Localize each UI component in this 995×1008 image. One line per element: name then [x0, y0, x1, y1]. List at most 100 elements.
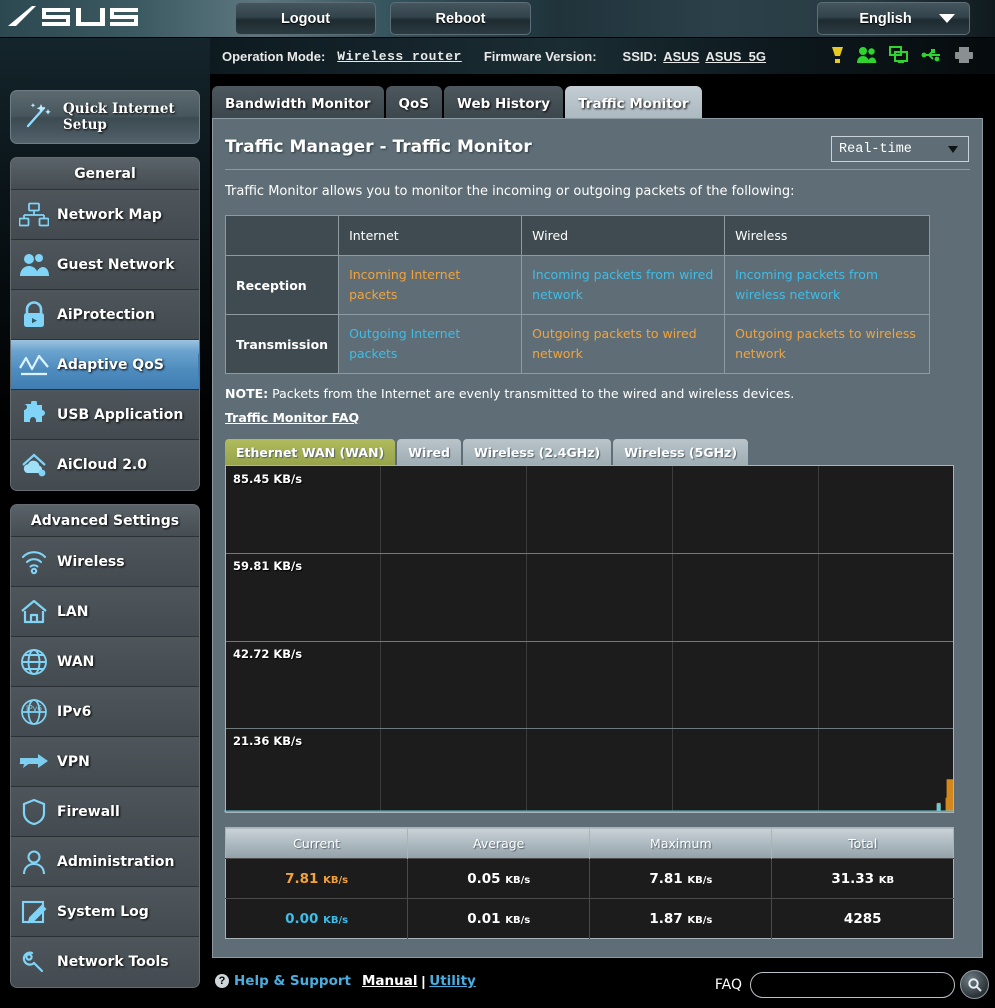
sidebar-item-aicloud[interactable]: AiCloud 2.0 [11, 440, 199, 490]
note-text: NOTE: Packets from the Internet are even… [225, 386, 982, 401]
chart-tab-wired-label: Wired [408, 444, 450, 460]
shield-icon [11, 798, 57, 826]
ssid-5ghz-link[interactable]: ASUS_5G [705, 49, 766, 64]
tab-traffic-monitor[interactable]: Traffic Monitor [565, 86, 702, 122]
globe-icon [11, 648, 57, 676]
traffic-monitor-faq-link[interactable]: Traffic Monitor FAQ [225, 410, 359, 425]
user-icon [11, 848, 57, 876]
sidebar-item-administration[interactable]: Administration [11, 837, 199, 887]
sidebar-item-network-tools[interactable]: Network Tools [11, 937, 199, 987]
sidebar-item-guest-network[interactable]: Guest Network [11, 240, 199, 290]
page-description: Traffic Monitor allows you to monitor th… [225, 184, 795, 199]
operation-mode-value[interactable]: Wireless router [337, 49, 462, 64]
stats-reception-current: 7.81 KB/s [225, 858, 409, 899]
quick-internet-setup-button[interactable]: Quick Internet Setup [10, 90, 200, 144]
stats-header-row: Current Average Maximum Total [225, 827, 954, 859]
ssid-24ghz-link[interactable]: ASUS [663, 49, 699, 64]
chart-tab-bar: Ethernet WAN (WAN) Wired Wireless (2.4GH… [225, 439, 982, 465]
content-tab-bar: Bandwidth Monitor QoS Web History Traffi… [212, 82, 704, 122]
sidebar-item-network-map-label: Network Map [57, 206, 162, 223]
stats-col-total: Total [771, 827, 954, 859]
title-divider [225, 169, 970, 170]
stats-transmission-maximum-value: 1.87 [649, 910, 683, 927]
traffic-graph[interactable]: 85.45 KB/s 59.81 KB/s 42.72 KB/s 21.36 K… [224, 465, 954, 813]
footer-bar: ? Help & Support Manual | Utility FAQ [212, 962, 995, 1008]
stats-transmission-maximum: 1.87 KB/s [589, 898, 773, 939]
sidebar-item-wan[interactable]: WAN [11, 637, 199, 687]
sidebar-item-aiprotection-label: AiProtection [57, 306, 155, 323]
cell-reception-internet: Incoming Internet packets [338, 255, 523, 315]
stats-reception-maximum: 7.81 KB/s [589, 858, 773, 899]
sidebar-item-lan-label: LAN [57, 603, 89, 620]
usb-icon[interactable] [921, 46, 943, 64]
sidebar-item-adaptive-qos[interactable]: Adaptive QoS [11, 340, 199, 390]
stats-transmission-maximum-unit: KB/s [687, 914, 713, 926]
printer-icon[interactable] [955, 46, 973, 64]
time-range-select-value: Real-time [839, 141, 912, 157]
footer-separator: | [421, 973, 426, 989]
sidebar-item-firewall[interactable]: Firewall [11, 787, 199, 837]
sidebar-group-advanced: Advanced Settings Wireless LAN WAN IPv6 … [10, 504, 200, 988]
sidebar-item-aicloud-label: AiCloud 2.0 [57, 457, 147, 473]
reboot-button[interactable]: Reboot [390, 2, 531, 35]
chart-tab-ethernet-wan[interactable]: Ethernet WAN (WAN) [225, 439, 396, 465]
tab-qos[interactable]: QoS [385, 86, 443, 122]
search-icon [967, 977, 982, 992]
qos-chart-icon [11, 352, 57, 378]
stats-transmission-average: 0.01 KB/s [407, 898, 591, 939]
cell-reception-wireless: Incoming packets from wireless network [724, 255, 930, 315]
sidebar-item-wireless[interactable]: Wireless [11, 537, 199, 587]
manual-link[interactable]: Manual [362, 973, 418, 989]
faq-search-area: FAQ [715, 970, 989, 999]
reboot-label: Reboot [435, 10, 486, 27]
clients-icon[interactable] [857, 46, 877, 64]
alert-icon[interactable] [830, 46, 845, 64]
table-row: Transmission Outgoing Internet packets O… [224, 314, 930, 374]
sidebar-item-system-log[interactable]: System Log [11, 887, 199, 937]
sidebar-item-firewall-label: Firewall [57, 803, 120, 820]
language-selector[interactable]: English [817, 2, 970, 35]
table-row: 7.81 KB/s 0.05 KB/s 7.81 KB/s 31.33 KB [225, 858, 954, 899]
chart-tab-wireless-24[interactable]: Wireless (2.4GHz) [462, 439, 612, 465]
ipv6-icon: IPv6 [11, 698, 57, 726]
sidebar-item-aiprotection[interactable]: AiProtection [11, 290, 199, 340]
col-wireless: Wireless [724, 215, 930, 256]
main-panel: Traffic Manager - Traffic Monitor Real-t… [212, 118, 983, 958]
network-client-icon[interactable] [889, 46, 909, 64]
sidebar: Quick Internet Setup General Network Map [0, 38, 210, 1008]
sidebar-item-usb-application[interactable]: USB Application [11, 390, 199, 440]
faq-search-input[interactable] [750, 971, 955, 998]
lock-icon [11, 300, 57, 329]
sidebar-item-ipv6-label: IPv6 [57, 703, 92, 720]
tab-bandwidth-monitor[interactable]: Bandwidth Monitor [212, 86, 384, 122]
chevron-down-icon [939, 14, 955, 23]
sidebar-item-system-log-label: System Log [57, 903, 149, 920]
chart-tab-wireless-5[interactable]: Wireless (5GHz) [613, 439, 749, 465]
sidebar-item-network-map[interactable]: Network Map [11, 190, 199, 240]
status-icon-group [830, 46, 973, 64]
utility-link[interactable]: Utility [429, 973, 476, 989]
sidebar-item-vpn[interactable]: VPN [11, 737, 199, 787]
vpn-icon [11, 750, 57, 774]
stats-col-current: Current [225, 827, 409, 859]
sidebar-item-lan[interactable]: LAN [11, 587, 199, 637]
router-admin-page: Logout Reboot English Quick Internet Set… [0, 0, 995, 1008]
chart-tab-wireless-24-label: Wireless (2.4GHz) [473, 444, 601, 460]
sidebar-item-network-tools-label: Network Tools [57, 954, 169, 970]
stats-col-maximum: Maximum [589, 827, 773, 859]
sidebar-item-vpn-label: VPN [57, 753, 90, 770]
sidebar-group-general: General Network Map Guest Network AiProt… [10, 157, 200, 491]
faq-search-button[interactable] [960, 970, 989, 999]
time-range-select[interactable]: Real-time [831, 136, 969, 162]
active-item-arrow-icon [198, 352, 199, 377]
stats-reception-total-value: 31.33 [831, 870, 875, 887]
logout-button[interactable]: Logout [235, 2, 376, 35]
status-bar: Operation Mode: Wireless router Firmware… [210, 38, 995, 74]
sidebar-item-ipv6[interactable]: IPv6 IPv6 [11, 687, 199, 737]
network-map-icon [11, 202, 57, 228]
operation-mode-label: Operation Mode: [222, 48, 326, 64]
stats-transmission-total-value: 4285 [843, 910, 882, 927]
chart-tab-wired[interactable]: Wired [397, 439, 461, 465]
tab-web-history[interactable]: Web History [444, 86, 564, 122]
stats-reception-average: 0.05 KB/s [407, 858, 591, 899]
